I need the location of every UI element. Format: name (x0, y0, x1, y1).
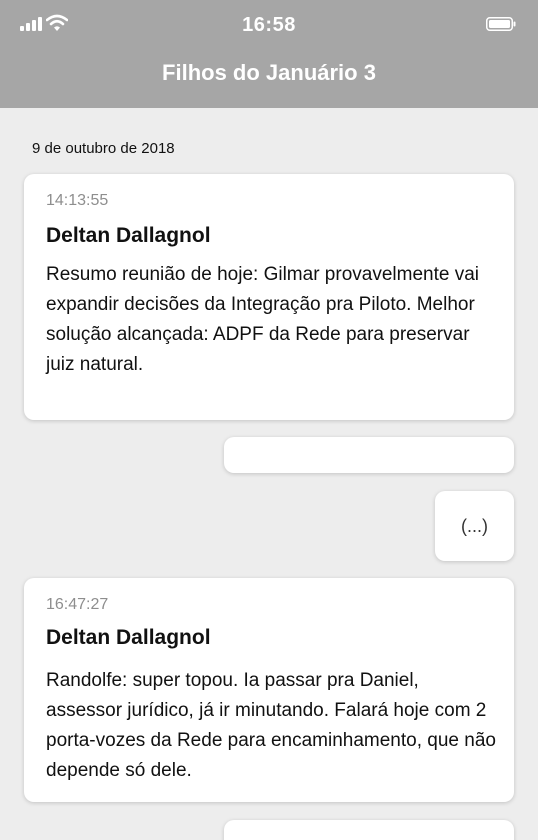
message-text: Randolfe: super topou. Ia passar pra Dan… (46, 670, 496, 781)
date-separator: 9 de outubro de 2018 (32, 140, 175, 157)
ellipsis-text: (...) (461, 515, 488, 536)
message-card[interactable]: 16:47:27 Deltan Dallagnol Randolfe: supe… (24, 578, 514, 802)
message-timestamp: 16:47:27 (46, 596, 109, 613)
status-time: 16:58 (242, 14, 296, 36)
redacted-bubble[interactable] (224, 437, 514, 473)
message-sender: Deltan Dallagnol (46, 626, 211, 649)
app-header: 16:58 Filhos do Januário 3 (0, 0, 538, 108)
message-timestamp: 14:13:55 (46, 192, 109, 209)
battery-icon (486, 17, 516, 31)
message-text: Resumo reunião de hoje: Gilmar provavelm… (46, 264, 479, 375)
ellipsis-bubble[interactable]: (...) (435, 491, 514, 561)
chat-title: Filhos do Januário 3 (162, 60, 376, 85)
redacted-bubble[interactable] (224, 820, 514, 840)
message-card[interactable]: 14:13:55 Deltan Dallagnol Resumo reunião… (24, 174, 514, 420)
message-sender: Deltan Dallagnol (46, 224, 211, 247)
status-bar: 16:58 (0, 0, 538, 48)
